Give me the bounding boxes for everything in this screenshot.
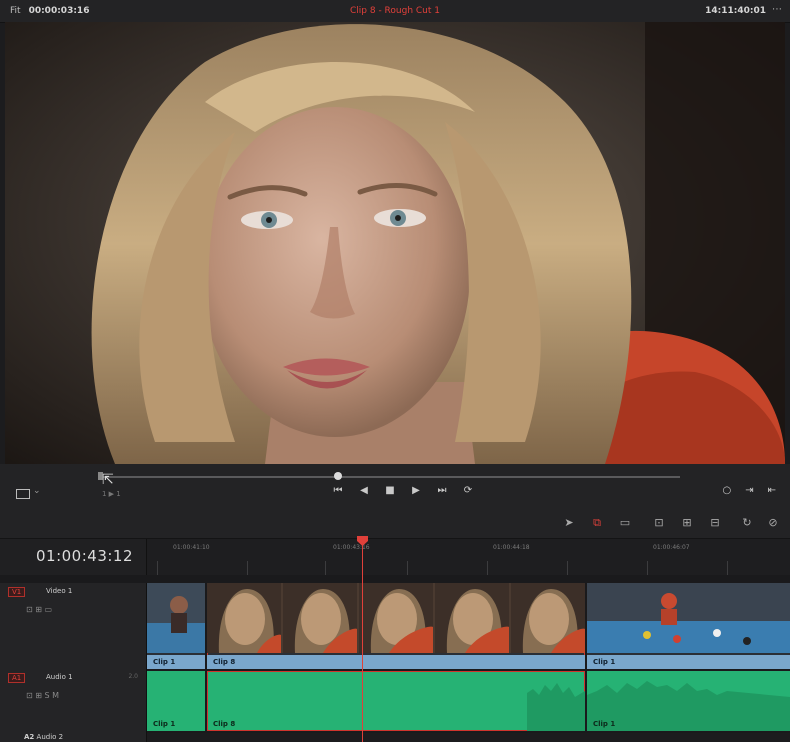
insert-clip-icon[interactable]: ⊡ — [650, 516, 668, 529]
ruler-label: 01:00:43:16 — [333, 544, 370, 551]
clip-label: Clip 8 — [213, 720, 236, 728]
options-menu-icon[interactable]: ⋯ — [772, 4, 782, 15]
ruler-tick — [647, 561, 648, 575]
video-clip-selected[interactable]: Clip 8 — [207, 583, 585, 669]
ruler-tick — [487, 561, 488, 575]
app-window: Fit 00:00:03:16 Clip 8 - Rough Cut 1 14:… — [0, 0, 790, 742]
track-lock-icon[interactable]: ⊡ ⊞ ▭ — [26, 605, 52, 614]
timeline-timecode: 01:00:43:12 — [0, 539, 147, 575]
clip-label: Clip 1 — [153, 720, 176, 728]
loop-button[interactable]: ⟳ — [460, 485, 476, 496]
mouse-cursor-icon: ⇱ — [102, 472, 114, 488]
jog-readout: 1 ▶ 1 — [102, 490, 121, 498]
record-timecode: 14:11:40:01 — [705, 6, 766, 16]
audio-clip[interactable]: Clip 1 — [147, 671, 205, 731]
scrubber-handle[interactable] — [333, 472, 342, 480]
scrubber-track[interactable] — [100, 476, 680, 478]
ruler-label: 01:00:44:18 — [493, 544, 530, 551]
trim-tool-icon[interactable]: ⧉ — [588, 516, 606, 530]
playhead-line[interactable] — [362, 539, 363, 742]
ruler-tick — [727, 561, 728, 575]
viewer-right-controls: ○ ⇥ ⇤ — [722, 485, 776, 496]
audio-track-controls-icon[interactable]: ⊡ ⊞ S M — [26, 691, 59, 700]
monitor-icon — [16, 489, 30, 499]
track-spacer — [0, 575, 790, 583]
clip-thumbnail — [207, 583, 585, 653]
video-viewer[interactable] — [5, 22, 785, 464]
waveform — [527, 683, 585, 731]
viewer-mode-button[interactable]: ⌄ — [16, 486, 46, 502]
ruler-tick — [247, 561, 248, 575]
playback-controls: ⏮ ◀ ■ ▶ ⏭ ⟳ — [330, 485, 476, 496]
track-tag[interactable]: A1 — [8, 673, 26, 683]
blade-tool-icon[interactable]: ▭ — [616, 516, 634, 529]
play-reverse-button[interactable]: ◀ — [356, 485, 372, 496]
viewer-header: Fit 00:00:03:16 Clip 8 - Rough Cut 1 14:… — [0, 0, 790, 23]
timeline-ruler[interactable]: 01:00:41:10 01:00:43:16 01:00:44:18 01:0… — [147, 539, 790, 575]
ruler-tick — [407, 561, 408, 575]
channel-format: 2.0 — [128, 673, 138, 680]
replace-clip-icon[interactable]: ⊟ — [706, 516, 724, 529]
go-to-end-button[interactable]: ⏭ — [434, 485, 450, 496]
link-icon[interactable]: ⊘ — [764, 516, 782, 529]
stop-button[interactable]: ■ — [382, 485, 398, 496]
ruler-label: 01:00:46:07 — [653, 544, 690, 551]
clip-label: Clip 1 — [593, 720, 616, 728]
clip-title[interactable]: Clip 8 - Rough Cut 1 — [0, 6, 790, 16]
waveform — [587, 681, 790, 731]
frame-thumb — [207, 583, 281, 653]
track-tag[interactable]: V1 — [8, 587, 26, 597]
zoom-level[interactable]: Fit — [10, 6, 21, 16]
track-name: A2 Audio 2 — [24, 733, 64, 741]
video-clip[interactable]: Clip 1 — [147, 583, 205, 669]
mark-out-icon[interactable]: ⇥ — [745, 485, 753, 496]
edit-toolbar: ➤ ⧉ ▭ ⊡ ⊞ ⊟ ↻ ⊘ — [0, 508, 790, 539]
go-to-start-button[interactable]: ⏮ — [330, 485, 346, 496]
ruler-tick — [567, 561, 568, 575]
overwrite-clip-icon[interactable]: ⊞ — [678, 516, 696, 529]
track-name: Video 1 — [46, 587, 73, 595]
track-name: Audio 1 — [46, 673, 73, 681]
ruler-label: 01:00:41:10 — [173, 544, 210, 551]
clip-label: Clip 1 — [587, 655, 790, 669]
ruler-tick — [325, 561, 326, 575]
current-timecode: 01:00:43:12 — [36, 547, 134, 565]
viewer-frame — [5, 22, 785, 464]
match-frame-icon[interactable]: ⇤ — [768, 485, 776, 496]
selection-tool-icon[interactable]: ➤ — [560, 516, 578, 529]
audio-clip-selected[interactable]: Clip 8 — [207, 671, 585, 731]
audio2-track-header[interactable]: A2 Audio 2 — [0, 733, 147, 742]
source-timecode: 00:00:03:16 — [28, 6, 90, 16]
play-button[interactable]: ▶ — [408, 485, 424, 496]
snapping-icon[interactable]: ↻ — [738, 516, 756, 529]
audio-clip[interactable]: Clip 1 — [587, 671, 790, 731]
clip-thumbnail — [587, 583, 790, 653]
audio-track-header[interactable]: A1 Audio 1 2.0 ⊡ ⊞ S M — [0, 669, 147, 734]
mark-in-icon[interactable]: ○ — [722, 485, 731, 496]
video-track-lane: Clip 1 Clip 8 Clip 1 — [147, 583, 790, 669]
clip-thumbnail — [147, 583, 205, 653]
chevron-down-icon: ⌄ — [33, 486, 41, 496]
video-clip[interactable]: Clip 1 — [587, 583, 790, 669]
audio-track-lane: Clip 1 Clip 8 Clip 1 — [147, 669, 790, 733]
ruler-tick — [157, 561, 158, 575]
video-track-header[interactable]: V1 Video 1 ⊡ ⊞ ▭ — [0, 583, 147, 670]
clip-label: Clip 8 — [207, 655, 585, 669]
clip-label: Clip 1 — [147, 655, 205, 669]
